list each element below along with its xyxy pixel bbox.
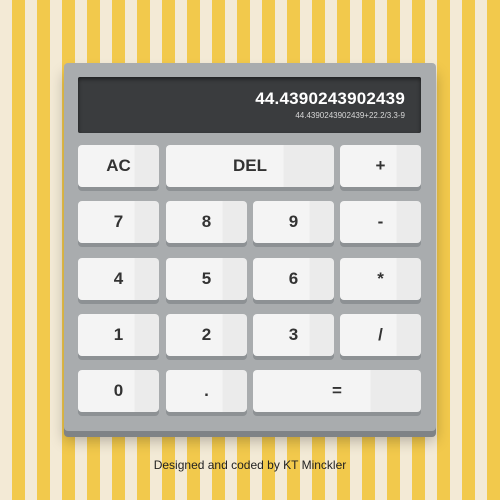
calculator-body: 44.4390243902439 44.4390243902439+22.2/3… — [64, 63, 436, 431]
digit-2-button[interactable]: 2 — [166, 314, 247, 356]
digit-9-button[interactable]: 9 — [253, 201, 334, 243]
digit-5-button[interactable]: 5 — [166, 258, 247, 300]
delete-button[interactable]: DEL — [166, 145, 334, 187]
footer-credit: Designed and coded by KT Minckler — [153, 458, 347, 472]
divide-button[interactable]: / — [340, 314, 421, 356]
digit-0-button[interactable]: 0 — [78, 370, 159, 412]
multiply-button[interactable]: * — [340, 258, 421, 300]
clear-button[interactable]: AC — [78, 145, 159, 187]
equals-button[interactable]: = — [253, 370, 421, 412]
display-result: 44.4390243902439 — [255, 89, 405, 108]
digit-7-button[interactable]: 7 — [78, 201, 159, 243]
digit-4-button[interactable]: 4 — [78, 258, 159, 300]
digit-1-button[interactable]: 1 — [78, 314, 159, 356]
plus-button[interactable]: + — [340, 145, 421, 187]
digit-6-button[interactable]: 6 — [253, 258, 334, 300]
decimal-button[interactable]: . — [166, 370, 247, 412]
display-expression: 44.4390243902439+22.2/3.3-9 — [295, 111, 405, 120]
calculator-display: 44.4390243902439 44.4390243902439+22.2/3… — [78, 77, 421, 133]
digit-3-button[interactable]: 3 — [253, 314, 334, 356]
minus-button[interactable]: - — [340, 201, 421, 243]
digit-8-button[interactable]: 8 — [166, 201, 247, 243]
